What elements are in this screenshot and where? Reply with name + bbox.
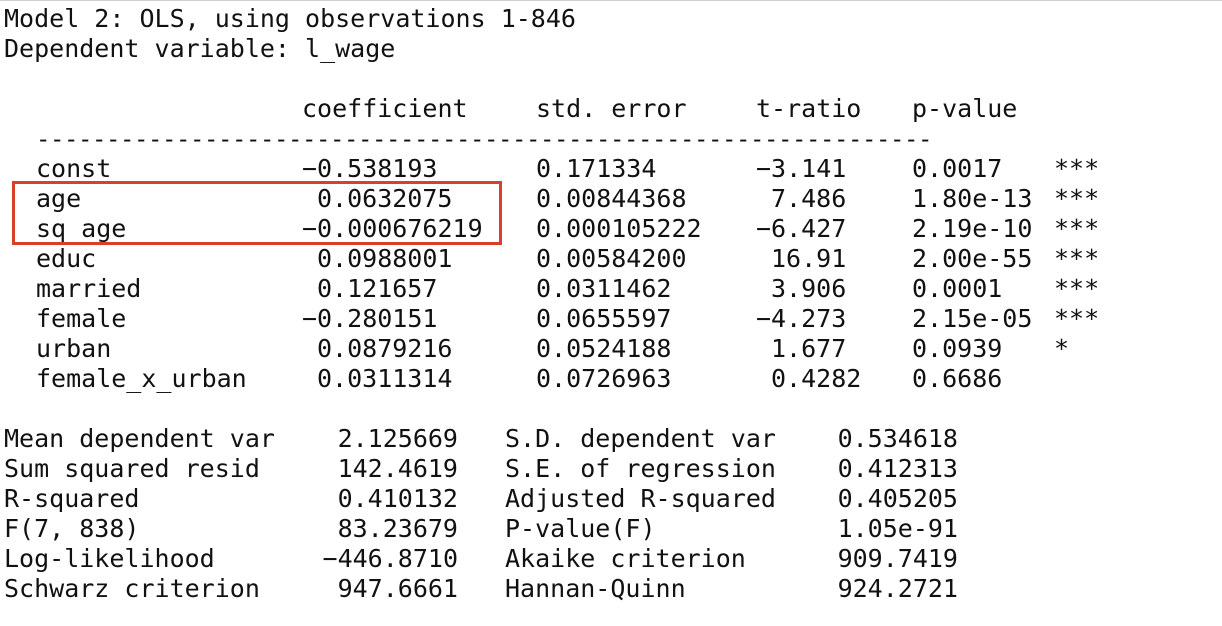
stat-value: 947.6661: [337, 574, 458, 603]
p-value-value: 0.0017: [912, 154, 1003, 183]
col-header-t-ratio: t-ratio: [756, 94, 862, 123]
std-error-value: 0.00844368: [536, 184, 687, 213]
std-error-value: 0.0726963: [536, 364, 672, 393]
stat-value: 909.7419: [837, 544, 958, 573]
stat-value: 924.2721: [837, 574, 958, 603]
variable-name: age: [36, 184, 82, 213]
t-ratio-value: −4.273: [756, 304, 847, 333]
stat-label: Adjusted R-squared: [505, 484, 776, 513]
p-value-value: 2.19e-10: [912, 214, 1033, 243]
significance-stars: ***: [1054, 274, 1100, 303]
stat-label: Log-likelihood: [4, 544, 215, 573]
std-error-value: 0.0311462: [536, 274, 672, 303]
t-ratio-value: 7.486: [771, 184, 847, 213]
variable-name: educ: [36, 244, 97, 273]
p-value-value: 2.15e-05: [912, 304, 1033, 333]
p-value-value: 0.6686: [912, 364, 1003, 393]
t-ratio-value: 16.91: [771, 244, 847, 273]
std-error-value: 0.000105222: [536, 214, 702, 243]
p-value-value: 0.0001: [912, 274, 1003, 303]
col-header-p-value: p-value: [912, 94, 1018, 123]
t-ratio-value: 3.906: [771, 274, 847, 303]
coefficient-value: −0.000676219: [302, 214, 483, 243]
stat-value: 142.4619: [337, 454, 458, 483]
significance-stars: ***: [1054, 154, 1100, 183]
top-border: [0, 0, 1222, 1]
header-separator: ----------------------------------------…: [36, 125, 932, 153]
significance-stars: *: [1054, 334, 1070, 363]
stat-value: 0.410132: [337, 484, 458, 513]
col-header-std-error: std. error: [536, 94, 687, 123]
stat-label: S.D. dependent var: [505, 424, 776, 453]
stat-label: R-squared: [4, 484, 140, 513]
p-value-value: 1.80e-13: [912, 184, 1033, 213]
variable-name: female: [36, 304, 127, 333]
p-value-value: 2.00e-55: [912, 244, 1033, 273]
t-ratio-value: −6.427: [756, 214, 847, 243]
significance-stars: ***: [1054, 214, 1100, 243]
variable-name: urban: [36, 334, 112, 363]
stat-label: F(7, 838): [4, 514, 140, 543]
p-value-value: 0.0939: [912, 334, 1003, 363]
stat-value: 1.05e-91: [837, 514, 958, 543]
stat-value: 0.405205: [837, 484, 958, 513]
variable-name: female_x_urban: [36, 364, 247, 393]
stat-label: Hannan-Quinn: [505, 574, 686, 603]
stat-value: 0.534618: [837, 424, 958, 453]
stat-value: 0.412313: [837, 454, 958, 483]
std-error-value: 0.00584200: [536, 244, 687, 273]
stat-label: Akaike criterion: [505, 544, 746, 573]
dependent-variable: Dependent variable: l_wage: [4, 34, 396, 63]
stat-label: P-value(F): [505, 514, 656, 543]
stat-value: 83.23679: [337, 514, 458, 543]
stat-label: Schwarz criterion: [4, 574, 260, 603]
significance-stars: ***: [1054, 184, 1100, 213]
significance-stars: ***: [1054, 244, 1100, 273]
variable-name: const: [36, 154, 112, 183]
std-error-value: 0.0524188: [536, 334, 672, 363]
coefficient-value: 0.121657: [317, 274, 438, 303]
variable-name: married: [36, 274, 142, 303]
coefficient-value: 0.0632075: [317, 184, 453, 213]
coefficient-value: −0.280151: [302, 304, 438, 333]
t-ratio-value: 1.677: [771, 334, 847, 363]
t-ratio-value: 0.4282: [771, 364, 862, 393]
t-ratio-value: −3.141: [756, 154, 847, 183]
coefficient-value: 0.0311314: [317, 364, 453, 393]
model-title: Model 2: OLS, using observations 1-846: [4, 4, 576, 33]
coefficient-value: 0.0879216: [317, 334, 453, 363]
stat-value: 2.125669: [337, 424, 458, 453]
stat-label: Mean dependent var: [4, 424, 275, 453]
stat-label: S.E. of regression: [505, 454, 776, 483]
std-error-value: 0.0655597: [536, 304, 672, 333]
variable-name: sq_age: [36, 214, 127, 243]
coefficient-value: 0.0988001: [317, 244, 453, 273]
stat-value: −446.8710: [322, 544, 458, 573]
std-error-value: 0.171334: [536, 154, 657, 183]
col-header-coefficient: coefficient: [302, 94, 468, 123]
coefficient-value: −0.538193: [302, 154, 438, 183]
stat-label: Sum squared resid: [4, 454, 260, 483]
significance-stars: ***: [1054, 304, 1100, 333]
